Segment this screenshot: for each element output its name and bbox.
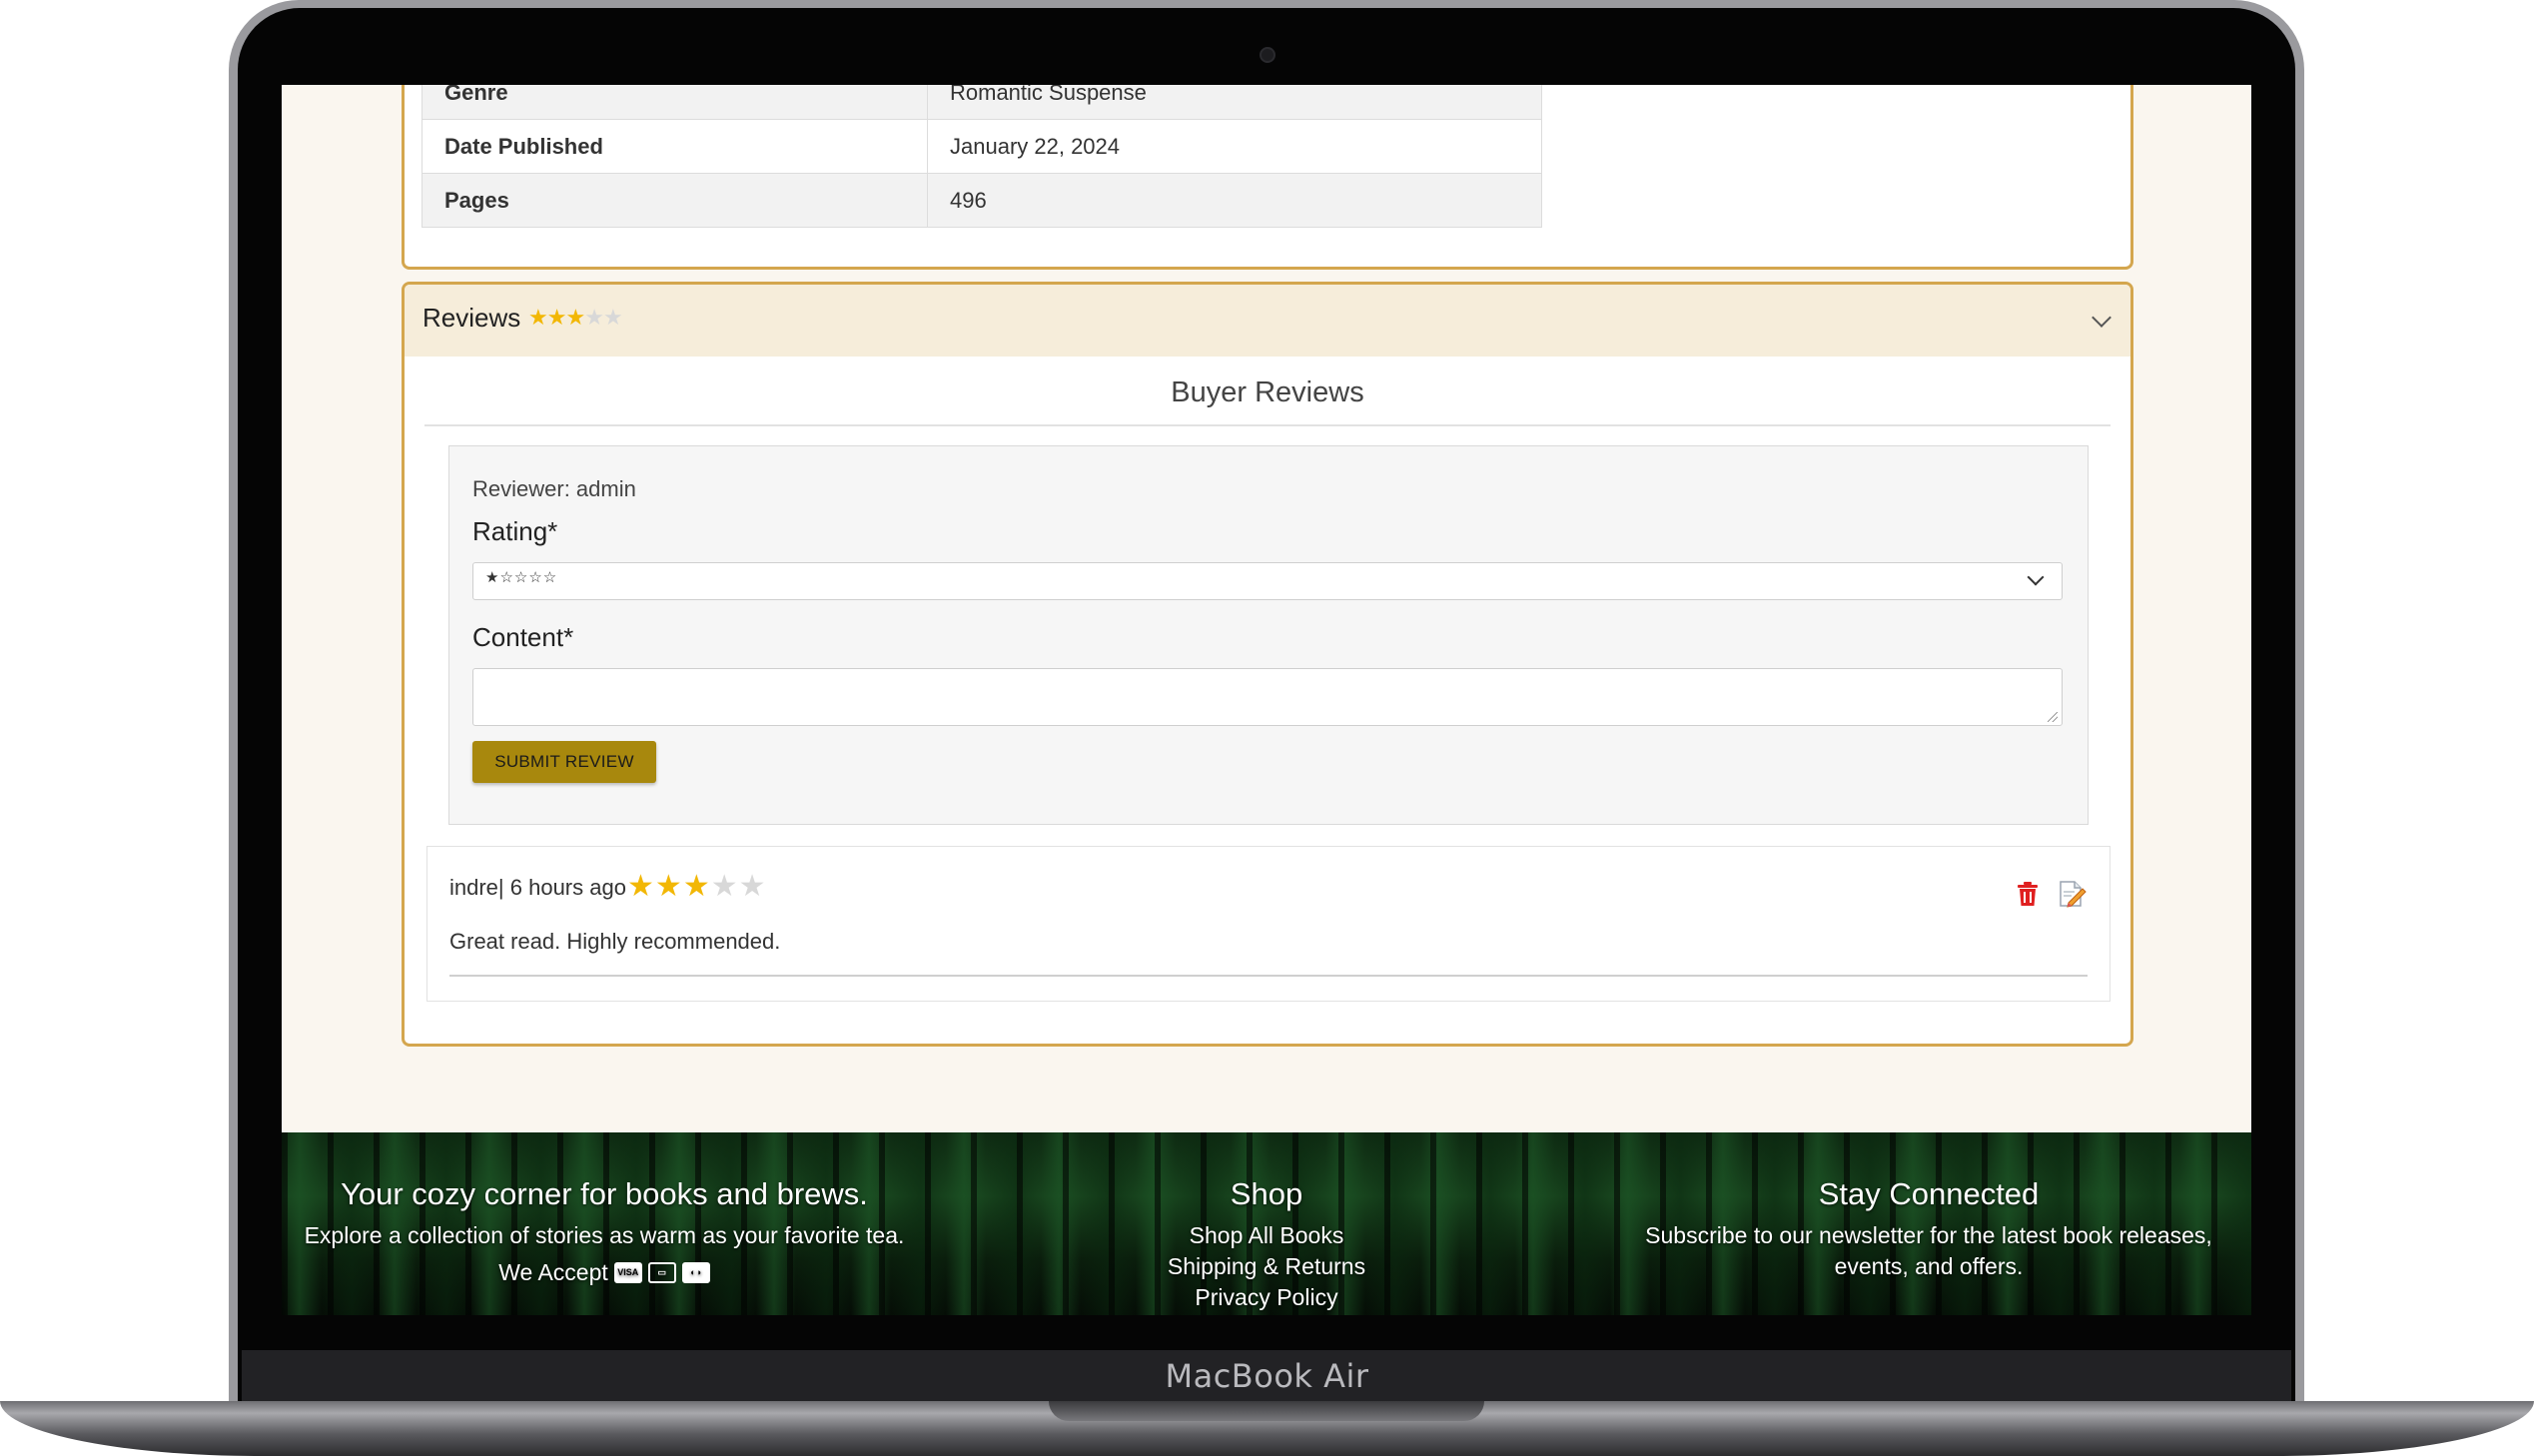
reviews-accordion-header[interactable]: Reviews ★★★★★ bbox=[405, 285, 2130, 357]
device-model-label: MacBook Air bbox=[1165, 1357, 1369, 1395]
site-footer: Your cozy corner for books and brews. Ex… bbox=[282, 1132, 2251, 1315]
footer-link-shop-all[interactable]: Shop All Books bbox=[927, 1222, 1606, 1249]
divider bbox=[424, 424, 2111, 426]
detail-value: January 22, 2024 bbox=[927, 119, 1542, 174]
footer-connect: Stay Connected Subscribe to our newslett… bbox=[1606, 1132, 2251, 1280]
rating-label: Rating* bbox=[472, 516, 558, 546]
chevron-down-icon bbox=[2027, 568, 2045, 586]
table-row: Date Published January 22, 2024 bbox=[422, 119, 1542, 174]
payment-methods: We Accept VISA ▭ ◐◑ bbox=[498, 1259, 710, 1286]
browser-viewport: Genre Romantic Suspense Date Published J… bbox=[282, 85, 2251, 1315]
footer-tagline: Your cozy corner for books and brews. bbox=[341, 1176, 868, 1211]
footer-link-shipping[interactable]: Shipping & Returns bbox=[927, 1253, 1606, 1280]
newsletter-text-2: events, and offers. bbox=[1834, 1253, 2024, 1279]
book-details-table: Genre Romantic Suspense Date Published J… bbox=[422, 85, 1542, 228]
footer-connect-heading: Stay Connected bbox=[1818, 1176, 2040, 1211]
star-icon: ★ bbox=[738, 870, 767, 903]
content-textarea[interactable] bbox=[472, 668, 2063, 726]
content-label: Content* bbox=[472, 622, 574, 652]
trash-icon[interactable] bbox=[2017, 881, 2039, 907]
newsletter-text: Subscribe to our newsletter for the late… bbox=[1645, 1222, 2212, 1248]
review-form: Reviewer: admin Rating* ★☆☆☆☆ Content* S… bbox=[448, 445, 2089, 825]
footer-shop: Shop Shop All Books Shipping & Returns P… bbox=[927, 1132, 1606, 1311]
average-rating-stars: ★★★★★ bbox=[528, 305, 623, 331]
detail-key: Date Published bbox=[422, 119, 928, 174]
visa-card-icon: VISA bbox=[613, 1262, 642, 1283]
edit-icon[interactable] bbox=[2058, 879, 2088, 909]
review-author-time: indre| 6 hours ago bbox=[449, 875, 626, 900]
reviews-accordion: Reviews ★★★★★ Buyer Reviews Reviewer: ad… bbox=[402, 282, 2133, 1047]
laptop-hinge-notch bbox=[1049, 1401, 1484, 1421]
chevron-down-icon[interactable] bbox=[2092, 308, 2112, 328]
star-icon: ★ bbox=[546, 305, 567, 330]
star-icon: ★ bbox=[627, 870, 655, 903]
mastercard-icon: ◐◑ bbox=[681, 1262, 710, 1283]
reviews-header-label: Reviews bbox=[422, 303, 521, 333]
star-icon: ★ bbox=[584, 305, 604, 330]
footer-link-privacy[interactable]: Privacy Policy bbox=[927, 1284, 1606, 1311]
star-icon: ★ bbox=[602, 305, 623, 330]
star-icon: ★ bbox=[528, 305, 548, 330]
review-rating-stars: ★★★★★ bbox=[627, 869, 767, 904]
divider bbox=[449, 975, 2088, 977]
resize-handle-icon[interactable] bbox=[2048, 712, 2058, 722]
star-icon: ★ bbox=[654, 870, 683, 903]
detail-value: 496 bbox=[927, 173, 1542, 228]
detail-key: Pages bbox=[422, 173, 928, 228]
review-text: Great read. Highly recommended. bbox=[449, 929, 781, 954]
credit-card-icon: ▭ bbox=[647, 1262, 676, 1283]
camera-icon bbox=[1260, 47, 1275, 63]
buyer-reviews-title: Buyer Reviews bbox=[1171, 376, 1364, 408]
rating-select[interactable]: ★☆☆☆☆ bbox=[472, 562, 2063, 600]
star-icon: ★ bbox=[710, 870, 739, 903]
table-row: Pages 496 bbox=[422, 173, 1542, 228]
detail-key: Genre bbox=[422, 85, 928, 120]
detail-value: Romantic Suspense bbox=[927, 85, 1542, 120]
star-icon: ★ bbox=[565, 305, 585, 330]
reviewer-text: Reviewer: admin bbox=[472, 476, 636, 501]
submit-review-button[interactable]: SUBMIT REVIEW bbox=[472, 741, 656, 783]
review-item: indre| 6 hours ago ★★★★★ Great read. Hig… bbox=[426, 846, 2111, 1002]
table-row: Genre Romantic Suspense bbox=[422, 85, 1542, 120]
rating-selected-value: ★☆☆☆☆ bbox=[485, 569, 558, 586]
footer-about: Your cozy corner for books and brews. Ex… bbox=[282, 1132, 927, 1286]
we-accept-label: We Accept bbox=[498, 1259, 608, 1285]
footer-description: Explore a collection of stories as warm … bbox=[304, 1222, 905, 1248]
footer-shop-heading: Shop bbox=[1230, 1176, 1303, 1211]
star-icon: ★ bbox=[682, 870, 711, 903]
